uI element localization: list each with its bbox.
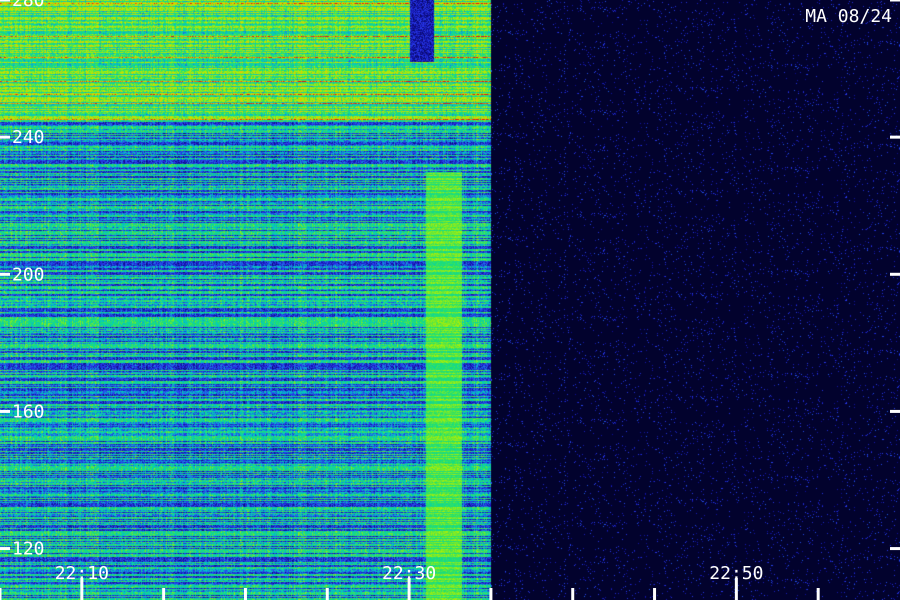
y-tick-label-240: 240 [12, 127, 45, 148]
y-tick-label-200: 200 [12, 264, 45, 285]
axes-overlay: 120 160 200 240 280 22:10 22:30 22:50 [0, 0, 900, 600]
x-tick-label-2210: 22:10 [55, 563, 109, 584]
station-label: MA 08/24 [805, 6, 892, 27]
y-tick-label-120: 120 [12, 539, 45, 560]
y-tick-label-160: 160 [12, 401, 45, 422]
x-tick-label-2230: 22:30 [382, 563, 436, 584]
y-tick-label-280: 280 [12, 0, 45, 11]
x-tick-label-2250: 22:50 [709, 563, 763, 584]
